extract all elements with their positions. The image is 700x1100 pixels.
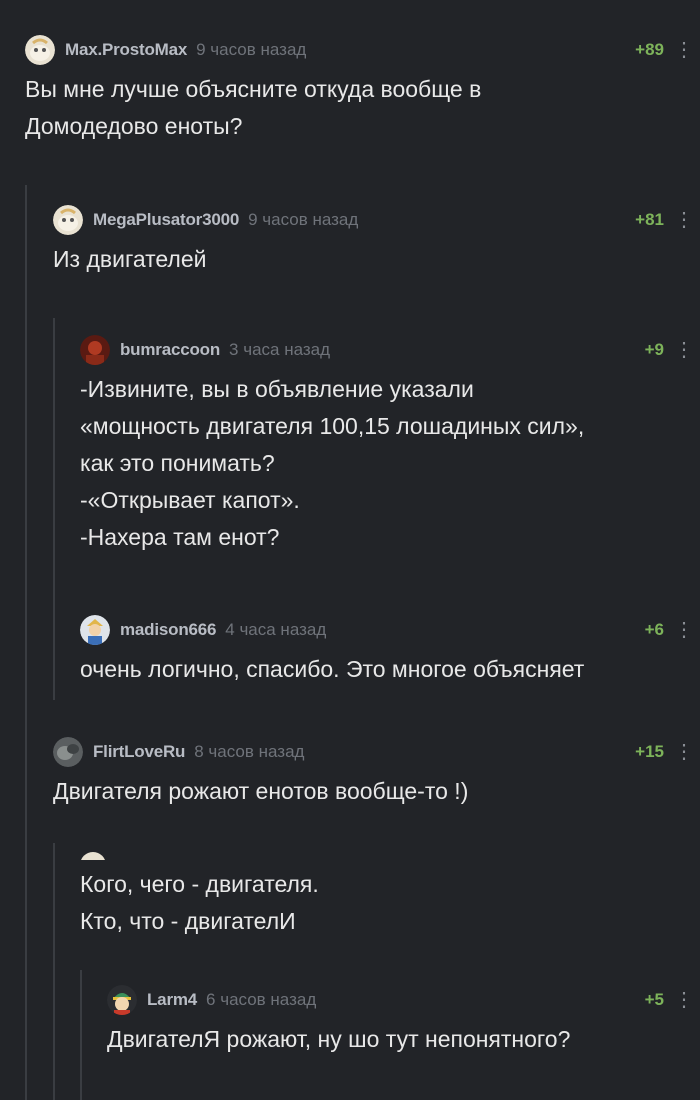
comment-time: 8 часов назад [194, 742, 305, 761]
comment-line: Кого, чего - двигателя. [80, 871, 319, 897]
comment: FlirtLoveRu 8 часов назад +15 ⋮ Двигател… [53, 737, 694, 810]
comment: bumraccoon 3 часа назад +9 ⋮ -Извините, … [80, 335, 694, 556]
comment-rating: +89 [635, 40, 664, 59]
comment-author[interactable]: bumraccoon [120, 340, 220, 360]
comment-time: 3 часа назад [229, 340, 331, 359]
comment-line: -Извините, вы в объявление указали [80, 376, 474, 402]
more-options-icon[interactable]: ⋮ [674, 985, 694, 1015]
more-options-icon[interactable]: ⋮ [674, 205, 694, 235]
more-options-icon[interactable]: ⋮ [674, 615, 694, 645]
comment-body: -Извините, вы в объявление указали «мощн… [80, 371, 684, 556]
thread-line [80, 970, 82, 1100]
comment-body: ДвигателЯ рожают, ну шо тут непонятного? [107, 1021, 684, 1058]
comment-line: Из двигателей [53, 246, 207, 272]
comment-time: 9 часов назад [196, 40, 307, 59]
comment-rating: +15 [635, 742, 664, 761]
comment-line: Кто, что - двигателИ [80, 908, 296, 934]
red-avatar[interactable] [80, 335, 110, 365]
comment-author[interactable]: FlirtLoveRu [93, 742, 185, 762]
more-options-icon[interactable]: ⋮ [674, 737, 694, 767]
comment-line: ДвигателЯ рожают, ну шо тут непонятного? [107, 1026, 571, 1052]
comment-body: очень логично, спасибо. Это многое объяс… [80, 651, 684, 688]
more-options-icon[interactable]: ⋮ [674, 335, 694, 365]
comment-line: очень логично, спасибо. Это многое объяс… [80, 656, 585, 682]
comment-line: -Нахера там енот? [80, 524, 280, 550]
comment-line: -«Открывает капот». [80, 487, 300, 513]
cartoon-avatar[interactable] [107, 985, 137, 1015]
comment-time: 6 часов назад [206, 990, 317, 1009]
comment: Max.ProstoMax 9 часов назад +89 ⋮ Вы мне… [25, 35, 694, 145]
comment-header: madison666 4 часа назад +6 ⋮ [80, 615, 694, 645]
comment-header: Larm4 6 часов назад +5 ⋮ [107, 985, 694, 1015]
character-avatar[interactable] [80, 615, 110, 645]
comment-rating: +81 [635, 210, 664, 229]
comment-line: Домодедово еноты? [25, 113, 243, 139]
comment-rating: +9 [644, 340, 664, 359]
thread-line [53, 318, 55, 700]
photo-avatar[interactable] [53, 737, 83, 767]
avatar[interactable] [80, 852, 106, 860]
more-options-icon[interactable]: ⋮ [674, 35, 694, 65]
comment: Кого, чего - двигателя. Кто, что - двига… [80, 852, 684, 940]
comment-time: 9 часов назад [248, 210, 359, 229]
comment-header: FlirtLoveRu 8 часов назад +15 ⋮ [53, 737, 694, 767]
comment-header: bumraccoon 3 часа назад +9 ⋮ [80, 335, 694, 365]
comment-body: Двигателя рожают енотов вообще-то !) [53, 773, 684, 810]
comment-author[interactable]: Max.ProstoMax [65, 40, 187, 60]
comment-body: Кого, чего - двигателя. Кто, что - двига… [80, 866, 684, 940]
mascot-avatar[interactable] [53, 205, 83, 235]
comment-line: «мощность двигателя 100,15 лошадиных сил… [80, 413, 585, 439]
comment: MegaPlusator3000 9 часов назад +81 ⋮ Из … [53, 205, 694, 278]
comment: madison666 4 часа назад +6 ⋮ очень логич… [80, 615, 694, 688]
thread-line [25, 185, 27, 1100]
comment-author[interactable]: Larm4 [147, 990, 197, 1010]
comment-time: 4 часа назад [225, 620, 327, 639]
comment-body: Вы мне лучше объясните откуда вообще в Д… [25, 71, 684, 145]
comment-rating: +5 [644, 990, 664, 1009]
comment-header: Max.ProstoMax 9 часов назад +89 ⋮ [25, 35, 694, 65]
comment-author[interactable]: madison666 [120, 620, 216, 640]
comment-line: как это понимать? [80, 450, 275, 476]
comment-body: Из двигателей [53, 241, 684, 278]
comment-line: Вы мне лучше объясните откуда вообще в [25, 76, 482, 102]
comment-header: MegaPlusator3000 9 часов назад +81 ⋮ [53, 205, 694, 235]
thread-line [53, 843, 55, 1100]
comment: Larm4 6 часов назад +5 ⋮ ДвигателЯ рожаю… [107, 985, 694, 1058]
mascot-avatar[interactable] [25, 35, 55, 65]
comment-rating: +6 [644, 620, 664, 639]
comment-author[interactable]: MegaPlusator3000 [93, 210, 239, 230]
comment-line: Двигателя рожают енотов вообще-то !) [53, 778, 469, 804]
